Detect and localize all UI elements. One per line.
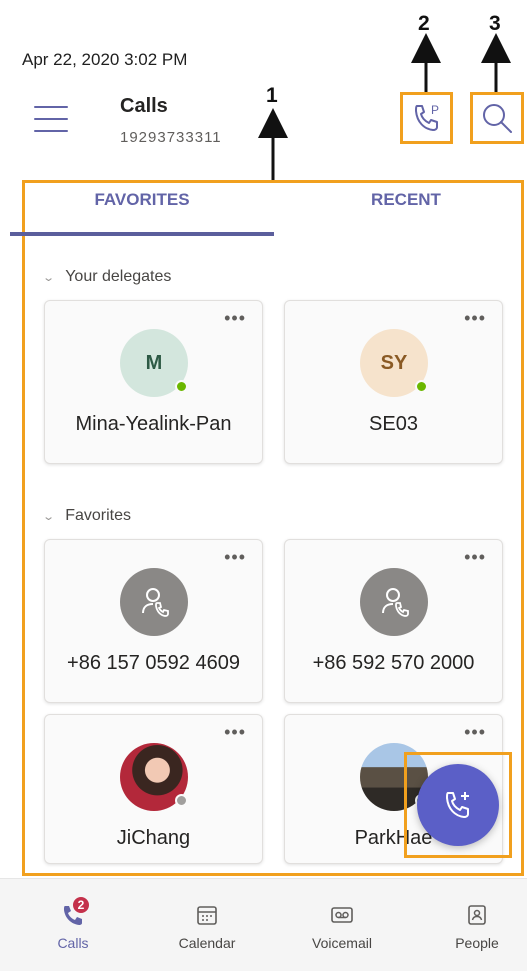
park-call-button[interactable]: P [400,92,453,144]
calls-icon: 2 [59,895,91,929]
nav-item-calendar[interactable]: Calendar [157,879,257,971]
park-call-icon: P [414,103,439,131]
avatar-initials: SY [380,351,408,374]
nav-label: Calls [57,935,89,951]
delegate-card[interactable]: ••• SY SE03 [284,300,503,464]
phone-contact-icon [360,568,428,636]
tab-favorites[interactable]: FAVORITES [60,190,224,210]
search-button[interactable] [470,92,524,144]
contact-name: SE03 [369,413,418,435]
section-label: Favorites [65,507,132,524]
active-tab-indicator [10,232,274,236]
presence-offline-icon [175,794,188,807]
calendar-icon [193,901,221,929]
profile-photo [120,743,188,811]
presence-available-icon [175,380,188,393]
chevron-down-icon: ⌄ [42,271,56,284]
phone-number: 19293733311 [120,129,222,146]
section-label: Your delegates [65,268,172,285]
more-options-icon[interactable]: ••• [464,723,486,741]
tab-recent[interactable]: RECENT [324,190,488,210]
favorite-card[interactable]: ••• +86 157 0592 4609 [44,539,263,703]
phone-contact-icon [120,568,188,636]
avatar: M [120,329,188,397]
more-options-icon[interactable]: ••• [224,723,246,741]
favorite-card[interactable]: ••• +86 592 570 2000 [284,539,503,703]
nav-label: People [455,935,499,951]
menu-icon[interactable] [34,106,68,132]
nav-label: Voicemail [312,935,372,951]
callout-label-3: 3 [489,12,501,35]
callout-label-2: 2 [418,12,430,35]
section-your-delegates[interactable]: ⌄ Your delegates [42,268,172,286]
search-icon [483,104,512,133]
avatar: SY [360,329,428,397]
people-icon [463,901,491,929]
status-datetime: Apr 22, 2020 3:02 PM [22,50,188,69]
more-options-icon[interactable]: ••• [464,548,486,566]
avatar-initials: M [145,351,163,374]
nav-item-voicemail[interactable]: Voicemail [292,879,392,971]
more-options-icon[interactable]: ••• [224,548,246,566]
bottom-nav: 2 Calls Calendar Voicemail People [0,878,527,971]
favorite-card[interactable]: ••• JiChang [44,714,263,864]
nav-item-calls[interactable]: 2 Calls [23,879,123,971]
contact-name: +86 592 570 2000 [312,652,475,674]
new-call-highlight [404,752,512,858]
notification-badge: 2 [71,895,91,915]
more-options-icon[interactable]: ••• [464,309,486,327]
section-favorites[interactable]: ⌄ Favorites [42,507,132,525]
svg-text:P: P [431,103,439,117]
nav-item-people[interactable]: People [427,879,527,971]
contact-name: Mina-Yealink-Pan [75,413,232,435]
more-options-icon[interactable]: ••• [224,309,246,327]
presence-available-icon [415,380,428,393]
voicemail-icon [328,901,356,929]
contact-name: +86 157 0592 4609 [67,652,240,674]
nav-label: Calendar [178,935,236,951]
page-title: Calls [120,95,168,117]
delegate-card[interactable]: ••• M Mina-Yealink-Pan [44,300,263,464]
callout-label-1: 1 [266,84,278,107]
chevron-down-icon: ⌄ [42,510,56,523]
contact-name: JiChang [116,827,191,849]
